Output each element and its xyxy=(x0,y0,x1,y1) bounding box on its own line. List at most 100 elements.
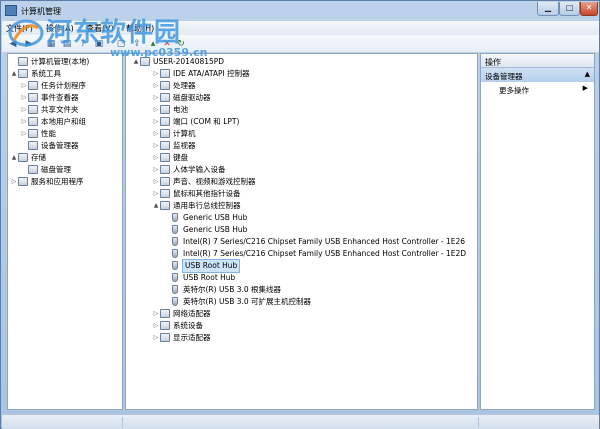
expand-toggle-icon[interactable]: ▷ xyxy=(20,104,28,116)
submenu-arrow-icon: ▶ xyxy=(582,84,588,92)
device-row[interactable]: USB Root Hub xyxy=(162,259,241,273)
console-tree-node-icon xyxy=(18,177,28,186)
console-tree-row[interactable]: 设备管理器 xyxy=(20,140,79,152)
console-tree-node-icon xyxy=(18,57,28,66)
device-row-label: 端口 (COM 和 LPT) xyxy=(173,117,240,126)
status-divider xyxy=(122,417,123,428)
device-row[interactable]: ▷ 电池 xyxy=(152,104,188,116)
usb-device-icon xyxy=(172,285,178,294)
device-row-label: 显示适配器 xyxy=(173,333,211,342)
device-row[interactable]: Intel(R) 7 Series/C216 Chipset Family US… xyxy=(162,248,466,260)
expand-toggle-icon[interactable]: ▷ xyxy=(152,80,160,92)
console-tree-row-label: 磁盘管理 xyxy=(41,165,71,174)
console-tree-row[interactable]: ▲ 系统工具 xyxy=(10,68,61,80)
device-row-label: 系统设备 xyxy=(173,321,203,330)
console-tree-row-label: 设备管理器 xyxy=(41,141,79,150)
console-tree-row[interactable]: ▷ 本地用户和组 xyxy=(20,116,86,128)
more-actions-label: 更多操作 xyxy=(499,86,529,95)
device-row[interactable]: ▷ 系统设备 xyxy=(152,320,203,332)
device-row[interactable]: ▷ 显示适配器 xyxy=(152,332,211,344)
device-row[interactable]: ▷ 计算机 xyxy=(152,128,196,140)
device-row[interactable]: 英特尔(R) USB 3.0 根集线器 xyxy=(162,284,281,296)
expand-toggle-icon[interactable]: ▷ xyxy=(152,332,160,344)
device-row-label: 声音、视频和游戏控制器 xyxy=(173,177,256,186)
device-row[interactable]: ▷ 鼠标和其他指针设备 xyxy=(152,188,241,200)
expand-toggle-icon[interactable]: ▷ xyxy=(152,104,160,116)
console-tree-row-label: 共享文件夹 xyxy=(41,105,79,114)
device-row-label: 监视器 xyxy=(173,141,196,150)
console-tree-pane: 计算机管理(本地) ▲ 系统工具 ▷ 任务计划程序 ▷ 事件查看器 ▷ 共享文件夹 ▷ 本地用户和组… xyxy=(7,53,123,410)
expand-toggle-icon[interactable]: ▲ xyxy=(10,68,18,80)
console-tree-row[interactable]: 磁盘管理 xyxy=(20,164,71,176)
console-tree-row[interactable]: ▷ 任务计划程序 xyxy=(20,80,86,92)
device-node-icon xyxy=(160,165,170,174)
console-tree-node-icon xyxy=(28,129,38,138)
device-row-label: Generic USB Hub xyxy=(183,225,248,234)
computer-management-window: 计算机管理 ▁ □ ✕ 文件(F) 操作(A) 查看(V) 帮助(H) ◀ ▶ … xyxy=(0,0,600,429)
device-row-label: 电池 xyxy=(173,105,188,114)
expand-toggle-icon[interactable]: ▷ xyxy=(152,308,160,320)
device-node-icon xyxy=(160,117,170,126)
device-row[interactable]: ▷ 端口 (COM 和 LPT) xyxy=(152,116,239,128)
minimize-button[interactable]: ▁ xyxy=(537,2,559,16)
expand-toggle-icon[interactable]: ▷ xyxy=(152,140,160,152)
device-row[interactable]: ▷ 键盘 xyxy=(152,152,188,164)
expand-toggle-icon[interactable]: ▷ xyxy=(20,80,28,92)
device-row[interactable]: ▷ 监视器 xyxy=(152,140,196,152)
device-row-label: Generic USB Hub xyxy=(183,213,248,222)
actions-section-device-manager[interactable]: 设备管理器 ▲ xyxy=(481,68,594,82)
device-row[interactable]: USB Root Hub xyxy=(162,272,235,284)
expand-toggle-icon[interactable]: ▷ xyxy=(152,164,160,176)
collapse-caret-icon[interactable]: ▲ xyxy=(585,70,590,78)
device-row[interactable]: ▷ IDE ATA/ATAPI 控制器 xyxy=(152,68,250,80)
expand-toggle-icon[interactable]: ▷ xyxy=(152,116,160,128)
device-row[interactable]: ▷ 人体学输入设备 xyxy=(152,164,226,176)
expand-toggle-icon[interactable]: ▷ xyxy=(152,188,160,200)
expand-toggle-icon[interactable]: ▲ xyxy=(152,200,160,212)
expand-toggle-icon[interactable]: ▷ xyxy=(152,128,160,140)
device-node-icon xyxy=(160,177,170,186)
usb-device-icon xyxy=(172,261,178,270)
device-node-icon xyxy=(160,309,170,318)
device-row-label: Intel(R) 7 Series/C216 Chipset Family US… xyxy=(183,237,466,246)
expand-toggle-icon[interactable]: ▷ xyxy=(152,176,160,188)
device-row[interactable]: ▷ 磁盘驱动器 xyxy=(152,92,211,104)
expand-toggle-icon[interactable]: ▷ xyxy=(152,152,160,164)
device-row[interactable]: ▷ 声音、视频和游戏控制器 xyxy=(152,176,256,188)
device-row[interactable]: 英特尔(R) USB 3.0 可扩展主机控制器 xyxy=(162,296,311,308)
expand-toggle-icon[interactable]: ▷ xyxy=(10,176,18,188)
actions-section-label: 设备管理器 xyxy=(485,72,523,81)
device-row[interactable]: Generic USB Hub xyxy=(162,224,247,236)
close-button[interactable]: ✕ xyxy=(580,2,598,16)
device-row[interactable]: ▷ 网络适配器 xyxy=(152,308,211,320)
usb-device-icon xyxy=(172,297,178,306)
console-tree-row[interactable]: 计算机管理(本地) xyxy=(10,56,89,68)
expand-toggle-icon[interactable]: ▷ xyxy=(20,92,28,104)
console-tree-row[interactable]: ▷ 性能 xyxy=(20,128,56,140)
console-tree-row[interactable]: ▷ 事件查看器 xyxy=(20,92,79,104)
console-tree-node-icon xyxy=(28,165,38,174)
status-divider xyxy=(478,417,479,428)
expand-toggle-icon[interactable]: ▷ xyxy=(152,68,160,80)
device-row[interactable]: ▲ 通用串行总线控制器 xyxy=(152,200,241,212)
expand-toggle-icon[interactable]: ▷ xyxy=(152,92,160,104)
expand-toggle-icon[interactable]: ▷ xyxy=(152,320,160,332)
usb-device-icon xyxy=(172,213,178,222)
device-row[interactable]: Generic USB Hub xyxy=(162,212,247,224)
more-actions-item[interactable]: 更多操作 ▶ xyxy=(481,83,594,96)
console-tree-row[interactable]: ▷ 共享文件夹 xyxy=(20,104,79,116)
expand-toggle-icon[interactable]: ▷ xyxy=(20,128,28,140)
maximize-button[interactable]: □ xyxy=(559,2,580,16)
actions-header: 操作 xyxy=(481,54,594,68)
console-tree-row[interactable]: ▷ 服务和应用程序 xyxy=(10,176,84,188)
console-tree-node-icon xyxy=(28,141,38,150)
device-row[interactable]: Intel(R) 7 Series/C216 Chipset Family US… xyxy=(162,236,465,248)
console-tree-node-icon xyxy=(28,105,38,114)
expand-toggle-icon[interactable]: ▷ xyxy=(20,116,28,128)
computer-management-icon xyxy=(5,5,17,16)
console-tree-row[interactable]: ▲ 存储 xyxy=(10,152,46,164)
console-tree-row-label: 计算机管理(本地) xyxy=(31,57,90,66)
console-tree-row-label: 服务和应用程序 xyxy=(31,177,84,186)
device-row[interactable]: ▷ 处理器 xyxy=(152,80,196,92)
expand-toggle-icon[interactable]: ▲ xyxy=(10,152,18,164)
